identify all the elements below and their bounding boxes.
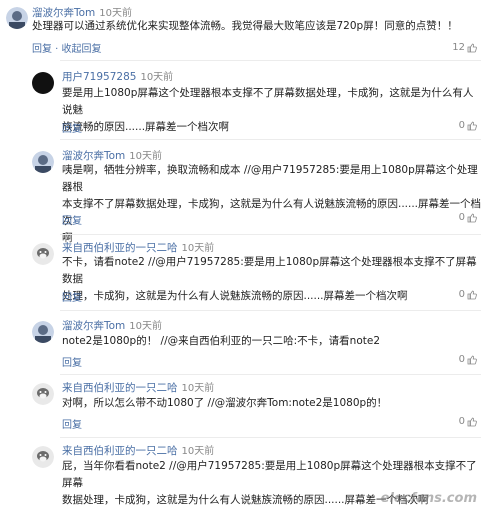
- thumbs-up-icon: [467, 43, 477, 52]
- reply-item: 溜波尔奔Tom 10天前 note2是1080p的！ //@来自西伯利亚的一只二哈…: [0, 316, 491, 372]
- watermark: elecfans.com: [380, 491, 477, 506]
- avatar[interactable]: [32, 151, 54, 173]
- reply-button[interactable]: 回复: [62, 354, 82, 369]
- avatar[interactable]: [32, 446, 54, 468]
- like-button[interactable]: 0: [459, 212, 477, 223]
- reply-text-line: 不卡，请看note2 //@用户71957285:要是用上1080p屏幕这个处理…: [62, 256, 477, 285]
- commenter-name[interactable]: 溜波尔奔Tom: [62, 320, 125, 332]
- avatar[interactable]: [6, 7, 28, 29]
- divider: [60, 310, 481, 311]
- top-comment: 溜波尔奔Tom 10天前 处理器可以通过系统优化来实现整体流畅。我觉得最大败笔应该…: [0, 0, 491, 58]
- reply-text-line: 要是用上1080p屏幕这个处理器根本支撑不了屏幕数据处理，卡成狗，这就是为什么有…: [62, 87, 474, 116]
- thumbs-up-icon: [467, 417, 477, 426]
- reply-item: 来自西伯利亚的一只二哈 10天前 对啊，所以怎么带不动1080了 //@溜波尔奔T…: [0, 378, 491, 434]
- divider: [60, 374, 481, 375]
- reply-text-line: 族流畅的原因......屏幕差一个档次啊: [62, 121, 230, 133]
- thumbs-up-icon: [467, 121, 477, 130]
- reply-text-line: 咦是啊，牺牲分辨率，换取流畅和成本 //@用户71957285:要是用上1080…: [62, 164, 478, 193]
- like-count: 0: [458, 120, 465, 131]
- reply-text-line: 对啊，所以怎么带不动1080了 //@溜波尔奔Tom:note2是1080p的！: [62, 397, 388, 409]
- like-button[interactable]: 12: [452, 42, 477, 53]
- like-count: 12: [452, 42, 465, 53]
- reply-text-line: 屁，当年你看看note2 //@用户71957285:要是用上1080p屏幕这个…: [62, 460, 477, 489]
- reply-button[interactable]: 回复: [62, 416, 82, 431]
- divider: [60, 437, 481, 438]
- like-button[interactable]: 0: [459, 289, 477, 300]
- like-button[interactable]: 0: [459, 120, 477, 131]
- commenter-name[interactable]: 来自西伯利亚的一只二哈: [62, 242, 178, 254]
- reply-button[interactable]: 回复: [62, 212, 82, 227]
- like-button[interactable]: 0: [459, 416, 477, 427]
- timestamp: 10天前: [181, 446, 215, 457]
- reply-text-line: 本支撑不了屏幕数据处理，卡成狗，这就是为什么有人说魅族流畅的原因......屏幕…: [62, 198, 482, 227]
- reply-item: 用户71957285 10天前 要是用上1080p屏幕这个处理器根本支撑不了屏幕数…: [0, 66, 491, 136]
- reply-button[interactable]: 回复: [62, 289, 82, 304]
- thumbs-up-icon: [467, 290, 477, 299]
- collapse-replies-button[interactable]: 收起回复: [62, 44, 102, 55]
- divider: [60, 234, 481, 235]
- reply-item: 溜波尔奔Tom 10天前 咦是啊，牺牲分辨率，换取流畅和成本 //@用户71957…: [0, 146, 491, 244]
- timestamp: 10天前: [181, 243, 215, 254]
- reply-text-line: 处理，卡成狗，这就是为什么有人说魅族流畅的原因......屏幕差一个档次啊: [62, 290, 408, 302]
- divider: [60, 60, 481, 61]
- commenter-name[interactable]: 用户71957285: [62, 71, 136, 83]
- timestamp: 10天前: [140, 72, 174, 83]
- commenter-name[interactable]: 来自西伯利亚的一只二哈: [62, 445, 178, 457]
- timestamp: 10天前: [129, 321, 163, 332]
- like-count: 0: [458, 416, 465, 427]
- comment-text: 处理器可以通过系统优化来实现整体流畅。我觉得最大败笔应该是720p屏！同意的点赞…: [32, 20, 458, 32]
- timestamp: 10天前: [181, 383, 215, 394]
- avatar[interactable]: [32, 72, 54, 94]
- thumbs-up-icon: [467, 355, 477, 364]
- like-count: 0: [458, 354, 465, 365]
- thumbs-up-icon: [467, 213, 477, 222]
- like-count: 0: [458, 289, 465, 300]
- avatar[interactable]: [32, 383, 54, 405]
- divider: [60, 139, 481, 140]
- timestamp: 10天前: [129, 151, 163, 162]
- commenter-name[interactable]: 来自西伯利亚的一只二哈: [62, 382, 178, 394]
- reply-button[interactable]: 回复: [62, 120, 82, 135]
- reply-button[interactable]: 回复: [32, 44, 52, 55]
- like-button[interactable]: 0: [459, 354, 477, 365]
- avatar[interactable]: [32, 243, 54, 265]
- reply-item: 来自西伯利亚的一只二哈 10天前 不卡，请看note2 //@用户71957285…: [0, 238, 491, 308]
- like-count: 0: [458, 212, 465, 223]
- commenter-name[interactable]: 溜波尔奔Tom: [62, 150, 125, 162]
- reply-text-line: note2是1080p的！ //@来自西伯利亚的一只二哈:不卡，请看note2: [62, 335, 381, 347]
- avatar[interactable]: [32, 321, 54, 343]
